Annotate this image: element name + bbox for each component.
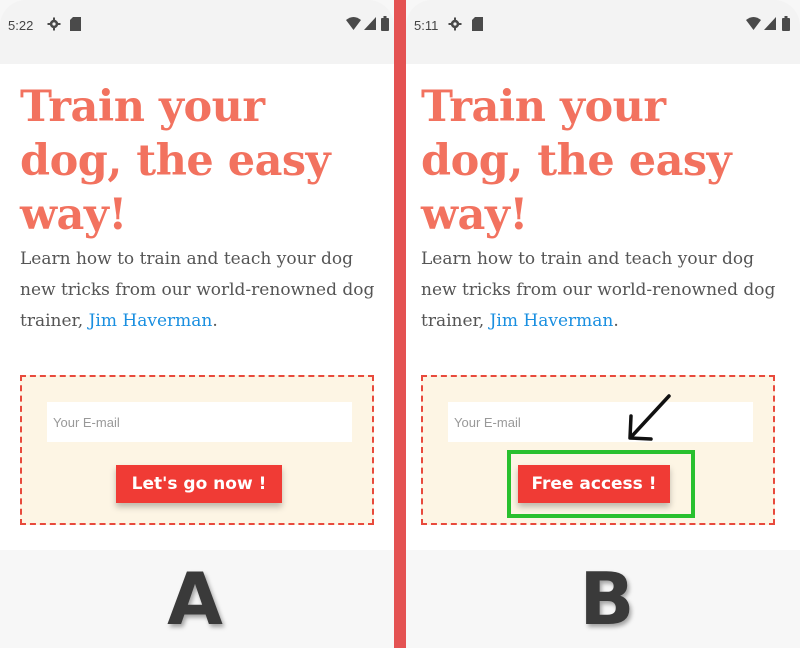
description-period: .: [613, 311, 619, 331]
cell-signal-icon: [764, 17, 776, 30]
cell-signal-icon: [364, 17, 376, 30]
signup-form: Let's go now !: [20, 375, 374, 525]
headline: Train your dog, the easy way!: [421, 82, 732, 240]
sd-card-icon: [70, 17, 81, 31]
headline: Train your dog, the easy way!: [20, 82, 331, 240]
trainer-link[interactable]: Jim Haverman: [490, 311, 614, 331]
variant-a-screen: 5:22 Train your dog, the easy way! Learn…: [0, 0, 394, 648]
variant-label-area: B: [406, 550, 800, 648]
email-field[interactable]: [448, 402, 753, 442]
status-bar: 5:22: [0, 0, 394, 64]
variant-label-a: A: [167, 557, 223, 641]
description: Learn how to train and teach your dog ne…: [20, 244, 382, 337]
status-time: 5:11: [414, 18, 439, 33]
trainer-link[interactable]: Jim Haverman: [89, 311, 213, 331]
settings-gear-icon: [47, 17, 61, 31]
landing-content: Train your dog, the easy way! Learn how …: [0, 64, 394, 550]
arrow-down-left-icon: [628, 394, 671, 441]
variant-label-b: B: [579, 557, 635, 641]
wifi-icon: [346, 17, 361, 30]
email-field[interactable]: [47, 402, 352, 442]
description-period: .: [212, 311, 218, 331]
panel-divider: [394, 0, 406, 648]
lets-go-button[interactable]: Let's go now !: [116, 465, 282, 503]
battery-icon: [782, 16, 790, 31]
status-time: 5:22: [8, 18, 34, 33]
description: Learn how to train and teach your dog ne…: [421, 244, 783, 337]
variant-label-area: A: [0, 550, 394, 648]
settings-gear-icon: [448, 17, 462, 31]
battery-icon: [381, 16, 389, 31]
green-highlight-box: [507, 450, 695, 518]
wifi-icon: [746, 17, 761, 30]
sd-card-icon: [472, 17, 483, 31]
variant-b-screen: 5:11 Train your dog, the easy way! Learn…: [406, 0, 800, 648]
status-bar: 5:11: [406, 0, 800, 64]
